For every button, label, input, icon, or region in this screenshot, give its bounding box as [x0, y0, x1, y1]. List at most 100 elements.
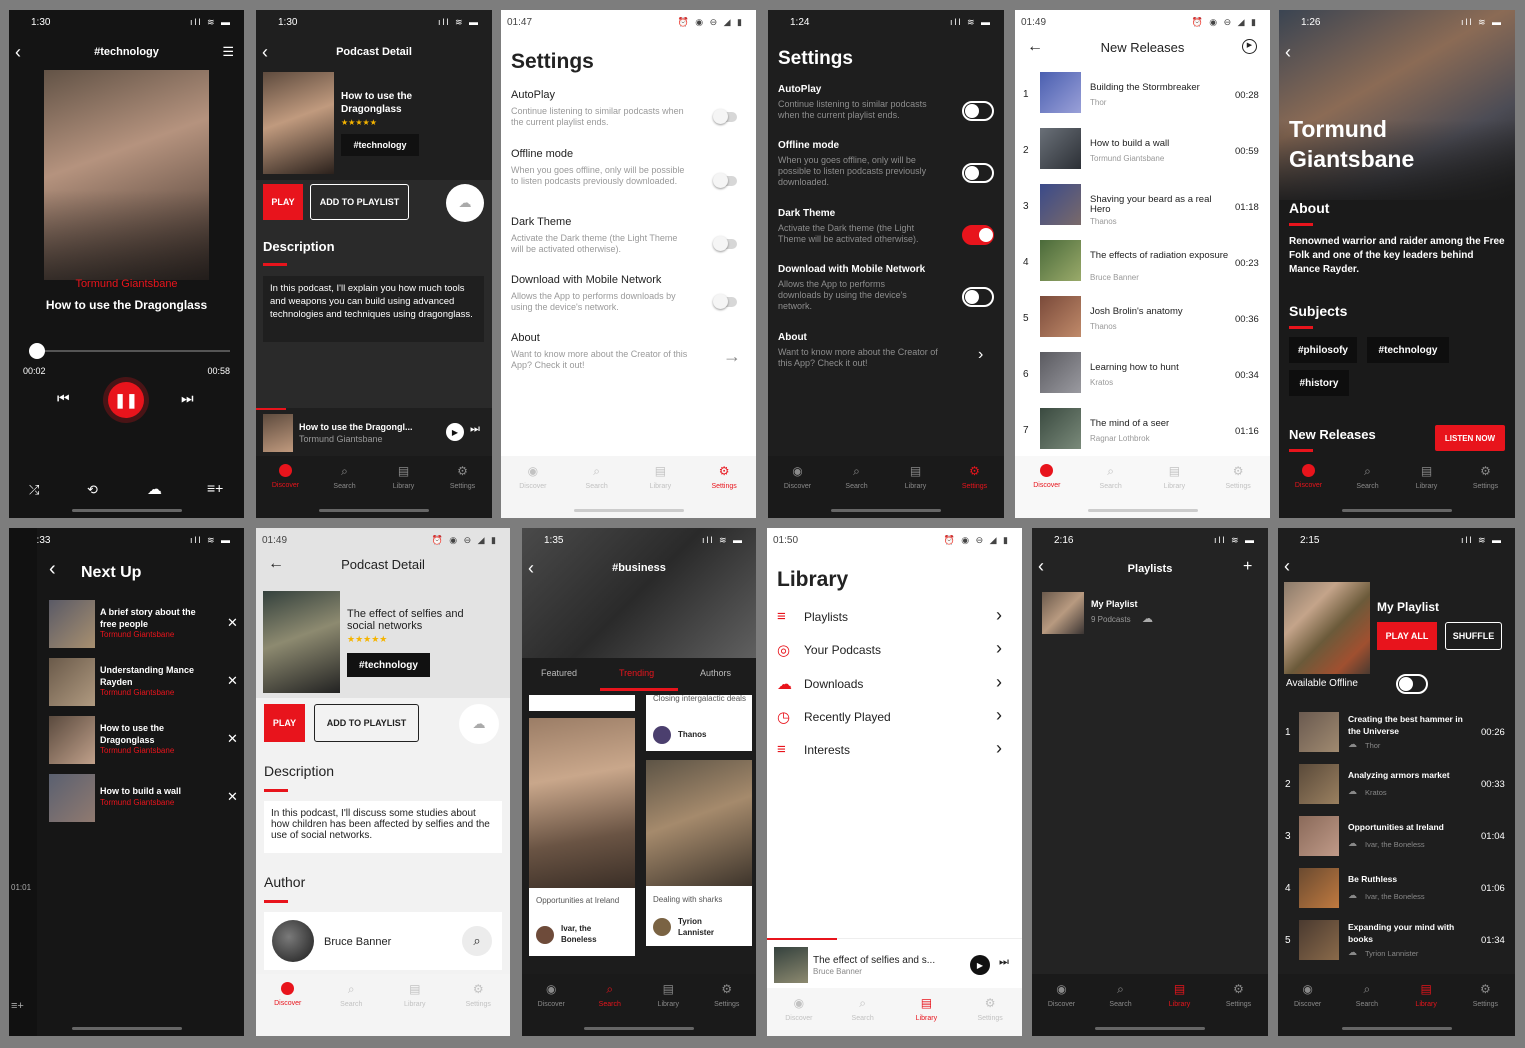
- back-icon[interactable]: ‹: [1284, 556, 1290, 577]
- nav-search[interactable]: ⌕ Search: [831, 464, 883, 491]
- remove-icon[interactable]: ✕: [227, 731, 238, 747]
- nav-search[interactable]: ⌕ Search: [325, 982, 377, 1009]
- tab-trending[interactable]: Trending: [619, 668, 654, 678]
- playlist-item[interactable]: My Playlist 9 Podcasts ☁: [1032, 588, 1268, 636]
- nav-discover[interactable]: Discover: [260, 464, 312, 489]
- release-row[interactable]: 2 How to build a wall Tormund Giantsbane 00…: [1015, 128, 1270, 176]
- library-item[interactable]: ◎ Your Podcasts ›: [767, 638, 1022, 665]
- nav-library[interactable]: ▤ Library: [1148, 464, 1200, 490]
- release-row[interactable]: 1 Building the Stormbreaker Thor 00:28: [1015, 72, 1270, 120]
- nav-search[interactable]: ⌕ Search: [571, 464, 623, 491]
- podcast-card[interactable]: [529, 695, 635, 711]
- nav-search[interactable]: ⌕ Search: [584, 982, 636, 1009]
- nav-settings[interactable]: ⚙ Settings: [1459, 982, 1511, 1008]
- library-item[interactable]: ≡ Interests ›: [767, 738, 1022, 765]
- nav-discover[interactable]: ◉ Discover: [772, 464, 824, 490]
- release-row[interactable]: 6 Learning how to hunt Kratos 00:34: [1015, 352, 1270, 400]
- offline-toggle[interactable]: [1396, 674, 1428, 694]
- track-row[interactable]: 3 Opportunities at Ireland ☁ Ivar, the Bone…: [1278, 816, 1515, 856]
- nav-library[interactable]: ▤ Library: [890, 464, 942, 490]
- add-to-playlist-button[interactable]: ADD TO PLAYLIST: [310, 184, 409, 220]
- repeat-icon[interactable]: ⟲: [87, 482, 98, 498]
- remove-icon[interactable]: ✕: [227, 673, 238, 689]
- nav-settings[interactable]: ⚙ Settings: [1212, 464, 1264, 490]
- author-card[interactable]: Bruce Banner ⌕: [264, 912, 502, 970]
- nav-search[interactable]: ⌕ Search: [837, 996, 889, 1023]
- add-to-playlist-icon[interactable]: ≡+: [11, 1000, 24, 1012]
- nav-settings[interactable]: ⚙ Settings: [1213, 982, 1265, 1008]
- mini-next-icon[interactable]: ⏭: [470, 423, 480, 436]
- mobile-download-toggle[interactable]: [962, 287, 994, 307]
- nav-discover[interactable]: ◉ Discover: [507, 464, 559, 490]
- autoplay-toggle[interactable]: [713, 109, 737, 124]
- category-tag[interactable]: #technology: [341, 134, 419, 156]
- back-icon[interactable]: ‹: [49, 558, 56, 581]
- podcast-card[interactable]: Dealing with sharks Tyrion Lannister: [646, 760, 752, 946]
- mini-player[interactable]: The effect of selfies and s... Bruce Ban…: [767, 938, 1022, 988]
- category-tag[interactable]: #technology: [347, 653, 430, 677]
- nav-settings[interactable]: ⚙ Settings: [701, 982, 753, 1008]
- nav-library[interactable]: ▤ Library: [634, 464, 686, 490]
- progress-knob[interactable]: [29, 343, 45, 359]
- queue-row[interactable]: How to use the Dragonglass Tormund Giants…: [47, 716, 244, 764]
- queue-icon[interactable]: ☰: [222, 44, 234, 60]
- subject-tag[interactable]: #technology: [1367, 337, 1449, 363]
- nav-search[interactable]: ⌕ Search: [1342, 464, 1394, 491]
- nav-library[interactable]: ▤ Library: [389, 982, 441, 1008]
- subject-tag[interactable]: #philosofy: [1289, 337, 1357, 363]
- library-item[interactable]: ☁ Downloads ›: [767, 672, 1022, 699]
- queue-row[interactable]: How to build a wall Tormund Giantsbane ✕: [47, 774, 244, 822]
- tab-featured[interactable]: Featured: [541, 668, 577, 678]
- nav-library[interactable]: ▤ Library: [1400, 982, 1452, 1008]
- nav-discover[interactable]: ◉ Discover: [525, 982, 577, 1008]
- progress-track[interactable]: [29, 350, 230, 352]
- mini-player[interactable]: How to use the Dragongl... Tormund Giant…: [256, 408, 492, 458]
- release-row[interactable]: 4 The effects of radiation exposure Bruce …: [1015, 240, 1270, 288]
- about-chevron-icon[interactable]: ›: [978, 346, 983, 364]
- library-item[interactable]: ◷ Recently Played ›: [767, 705, 1022, 732]
- nav-library[interactable]: ▤ Library: [378, 464, 430, 490]
- nav-search[interactable]: ⌕ Search: [1085, 464, 1137, 491]
- nav-library[interactable]: ▤ Library: [900, 996, 952, 1022]
- release-row[interactable]: 7 The mind of a seer Ragnar Lothbrok 01:16: [1015, 408, 1270, 456]
- remove-icon[interactable]: ✕: [227, 615, 238, 631]
- previous-icon[interactable]: ⏮: [57, 390, 70, 407]
- mini-next-icon[interactable]: ⏭: [999, 956, 1009, 969]
- nav-discover[interactable]: ◉ Discover: [1282, 982, 1334, 1008]
- release-row[interactable]: 3 Shaving your beard as a real Hero Thanos…: [1015, 184, 1270, 232]
- library-item[interactable]: ≡ Playlists ›: [767, 605, 1022, 632]
- search-icon[interactable]: ⌕: [462, 926, 492, 956]
- podcast-card[interactable]: Opportunities at Ireland Ivar, the Bonel…: [529, 718, 635, 956]
- podcast-card[interactable]: Closing intergalactic deals Thanos: [646, 694, 752, 751]
- play-button[interactable]: PLAY: [263, 184, 303, 220]
- release-row[interactable]: 5 Josh Brolin's anatomy Thanos 00:36: [1015, 296, 1270, 344]
- play-all-button[interactable]: PLAY ALL: [1377, 622, 1437, 650]
- nav-discover[interactable]: Discover: [1283, 464, 1335, 489]
- about-arrow-icon[interactable]: →: [723, 346, 741, 367]
- download-button[interactable]: ☁: [446, 184, 484, 222]
- track-row[interactable]: 2 Analyzing armors market ☁ Kratos 00:33: [1278, 764, 1515, 804]
- pause-button[interactable]: ❚❚: [108, 382, 144, 418]
- nav-library[interactable]: ▤ Library: [1154, 982, 1206, 1008]
- download-button[interactable]: ☁: [459, 704, 499, 744]
- track-row[interactable]: 1 Creating the best hammer in the Univers…: [1278, 712, 1515, 752]
- add-icon[interactable]: +: [1243, 558, 1252, 576]
- nav-settings[interactable]: ⚙ Settings: [437, 464, 489, 490]
- nav-settings[interactable]: ⚙ Settings: [964, 996, 1016, 1022]
- queue-row[interactable]: A brief story about the free people Tormu…: [47, 600, 244, 648]
- play-circle-icon[interactable]: ▶: [1242, 39, 1257, 54]
- nav-search[interactable]: ⌕ Search: [1095, 982, 1147, 1009]
- autoplay-toggle[interactable]: [962, 101, 994, 121]
- offline-toggle[interactable]: [962, 163, 994, 183]
- next-icon[interactable]: ⏭: [181, 390, 194, 407]
- nav-settings[interactable]: ⚙ Settings: [698, 464, 750, 490]
- mobile-download-toggle[interactable]: [713, 294, 737, 309]
- offline-toggle[interactable]: [713, 173, 737, 188]
- mini-play-icon[interactable]: ▶: [970, 955, 990, 975]
- add-to-playlist-icon[interactable]: ≡+: [207, 480, 223, 496]
- remove-icon[interactable]: ✕: [227, 789, 238, 805]
- nav-library[interactable]: ▤ Library: [642, 982, 694, 1008]
- track-row[interactable]: 5 Expanding your mind with books ☁ Tyrion L…: [1278, 920, 1515, 960]
- track-row[interactable]: 4 Be Ruthless ☁ Ivar, the Boneless 01:06: [1278, 868, 1515, 908]
- nav-discover[interactable]: ◉ Discover: [1036, 982, 1088, 1008]
